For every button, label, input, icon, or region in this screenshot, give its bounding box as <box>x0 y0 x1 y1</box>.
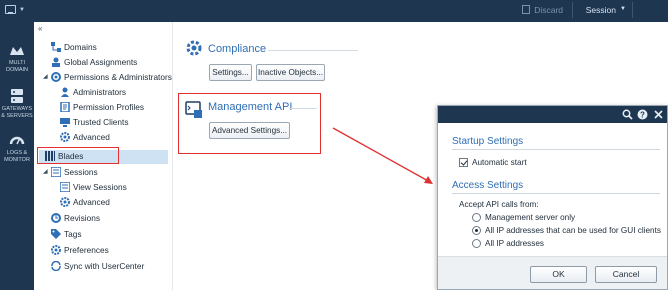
domains-icon <box>51 42 61 52</box>
radio-label: All IP addresses that can be used for GU… <box>485 226 661 235</box>
radio-label: All IP addresses <box>485 239 545 248</box>
expand-arrow-icon[interactable]: ◢ <box>43 166 48 179</box>
session-menu[interactable]: Session <box>586 5 616 15</box>
revisions-icon <box>51 213 61 223</box>
nav-label: & SERVERS <box>1 113 33 119</box>
tree-item-label: Permission Profiles <box>73 102 145 112</box>
top-bar: ▼ Discard Session ▼ <box>0 0 668 22</box>
accept-api-calls-label: Accept API calls from: <box>459 200 539 209</box>
blades-highlight-box <box>37 147 119 164</box>
nav-logs-monitor[interactable]: LOGS & MONITOR <box>0 130 34 176</box>
tree-item-global-assignments[interactable]: Global Assignments <box>51 56 167 70</box>
tree-item-view-sessions[interactable]: View Sessions <box>60 181 168 195</box>
nav-label: DOMAIN <box>6 67 28 73</box>
radio-management-server-only[interactable] <box>472 213 481 222</box>
tree-item-label: Advanced <box>73 197 110 207</box>
administrators-icon <box>61 87 69 97</box>
trusted-clients-icon <box>60 118 70 127</box>
chevron-down-icon: ▼ <box>620 6 626 12</box>
tree-item-permissions-administrators[interactable]: ◢ Permissions & Administrators <box>43 71 172 85</box>
tree-item-administrators[interactable]: Administrators <box>60 86 168 100</box>
permission-profiles-icon <box>60 102 70 112</box>
nav-gateways-servers[interactable]: GATEWAYS & SERVERS <box>0 86 34 132</box>
nav-label: LOGS & <box>6 150 28 156</box>
tree-item-label: Administrators <box>73 87 127 97</box>
cancel-button[interactable]: Cancel <box>595 266 657 283</box>
preferences-icon <box>51 245 61 255</box>
nav-label: GATEWAYS <box>1 106 33 112</box>
publish-button[interactable] <box>632 2 658 18</box>
nav-label: MULTI <box>8 60 26 66</box>
inactive-objects-button[interactable]: Inactive Objects... <box>256 64 325 81</box>
app-menu-icon <box>5 5 16 14</box>
dialog-body: Startup Settings Automatic start Access … <box>438 123 667 271</box>
automatic-start-checkbox[interactable] <box>459 158 468 167</box>
tree-item-label: Trusted Clients <box>73 117 129 127</box>
tree-item-label: Preferences <box>64 245 109 255</box>
app-menu-button[interactable]: ▼ <box>4 3 26 18</box>
tree-item-permission-profiles[interactable]: Permission Profiles <box>60 101 168 115</box>
tree-item-label: View Sessions <box>73 182 127 192</box>
view-sessions-icon <box>60 182 70 192</box>
dialog-title-bar: ? <box>438 106 667 123</box>
divider <box>572 2 573 18</box>
svg-text:?: ? <box>640 111 645 120</box>
gear-icon <box>60 132 70 142</box>
sync-icon <box>51 261 61 271</box>
global-assignments-icon <box>52 57 60 67</box>
dialog-footer: OK Cancel <box>438 256 667 289</box>
tree-item-sessions[interactable]: ◢ Sessions <box>43 166 167 180</box>
compliance-gear-icon <box>186 40 202 56</box>
tree-item-label: Global Assignments <box>64 57 138 67</box>
chevron-down-icon: ▼ <box>19 7 25 13</box>
management-api-advanced-settings-dialog: ? Startup Settings Automatic start Acces… <box>437 105 668 290</box>
tag-icon <box>51 229 61 239</box>
ok-button[interactable]: OK <box>530 266 587 283</box>
collapse-panel-button[interactable]: « <box>38 24 42 33</box>
radio-all-ip-addresses[interactable] <box>472 239 481 248</box>
management-api-highlight-box <box>178 93 321 154</box>
logs-monitor-icon <box>9 136 25 145</box>
compliance-title: Compliance <box>208 43 267 55</box>
radio-label: Management server only <box>485 213 576 222</box>
nav-label: MONITOR <box>4 157 30 163</box>
discard-button[interactable]: Discard <box>534 5 563 15</box>
close-icon[interactable] <box>653 109 664 120</box>
tree-item-trusted-clients[interactable]: Trusted Clients <box>60 116 168 130</box>
tree-item-tags[interactable]: Tags <box>51 228 167 242</box>
permissions-icon <box>51 72 61 82</box>
tree-item-label: Advanced <box>73 132 110 142</box>
sessions-icon <box>51 167 61 177</box>
search-icon[interactable] <box>622 109 633 120</box>
tree-item-permissions-advanced[interactable]: Advanced <box>60 131 168 145</box>
tree-item-label: Tags <box>64 229 82 239</box>
multi-domain-icon <box>10 47 24 55</box>
tree-item-sessions-advanced[interactable]: Advanced <box>60 196 168 210</box>
startup-settings-title: Startup Settings <box>452 136 524 147</box>
compliance-settings-button[interactable]: Settings... <box>209 64 252 81</box>
left-navigation: MULTI DOMAIN GATEWAYS & SERVERS LOGS & M… <box>0 22 34 290</box>
divider <box>268 50 358 51</box>
radio-all-ip-gui-clients[interactable] <box>472 226 481 235</box>
tree-item-label: Domains <box>64 42 97 52</box>
gear-icon <box>60 197 70 207</box>
tree-item-label: Sessions <box>64 167 98 177</box>
tree-item-domains[interactable]: Domains <box>51 41 167 55</box>
access-settings-title: Access Settings <box>452 180 524 191</box>
tree-item-label: Revisions <box>64 213 100 223</box>
expand-arrow-icon[interactable]: ◢ <box>43 71 48 84</box>
help-icon[interactable]: ? <box>637 109 648 120</box>
divider <box>452 149 660 150</box>
tree-item-revisions[interactable]: Revisions <box>51 212 167 226</box>
tree-item-label: Permissions & Administrators <box>64 72 172 82</box>
automatic-start-label: Automatic start <box>472 158 527 167</box>
tree-item-label: Sync with UserCenter <box>64 261 145 271</box>
nav-multi-domain[interactable]: MULTI DOMAIN <box>0 40 34 86</box>
gateway-server-icon <box>11 89 23 103</box>
manage-settings-tree: « Domains Global Assignments ◢ Permissio… <box>34 22 173 290</box>
tree-item-sync-usercenter[interactable]: Sync with UserCenter <box>51 260 167 274</box>
tree-item-preferences[interactable]: Preferences <box>51 244 167 258</box>
discard-icon <box>522 5 530 14</box>
divider <box>452 193 660 194</box>
